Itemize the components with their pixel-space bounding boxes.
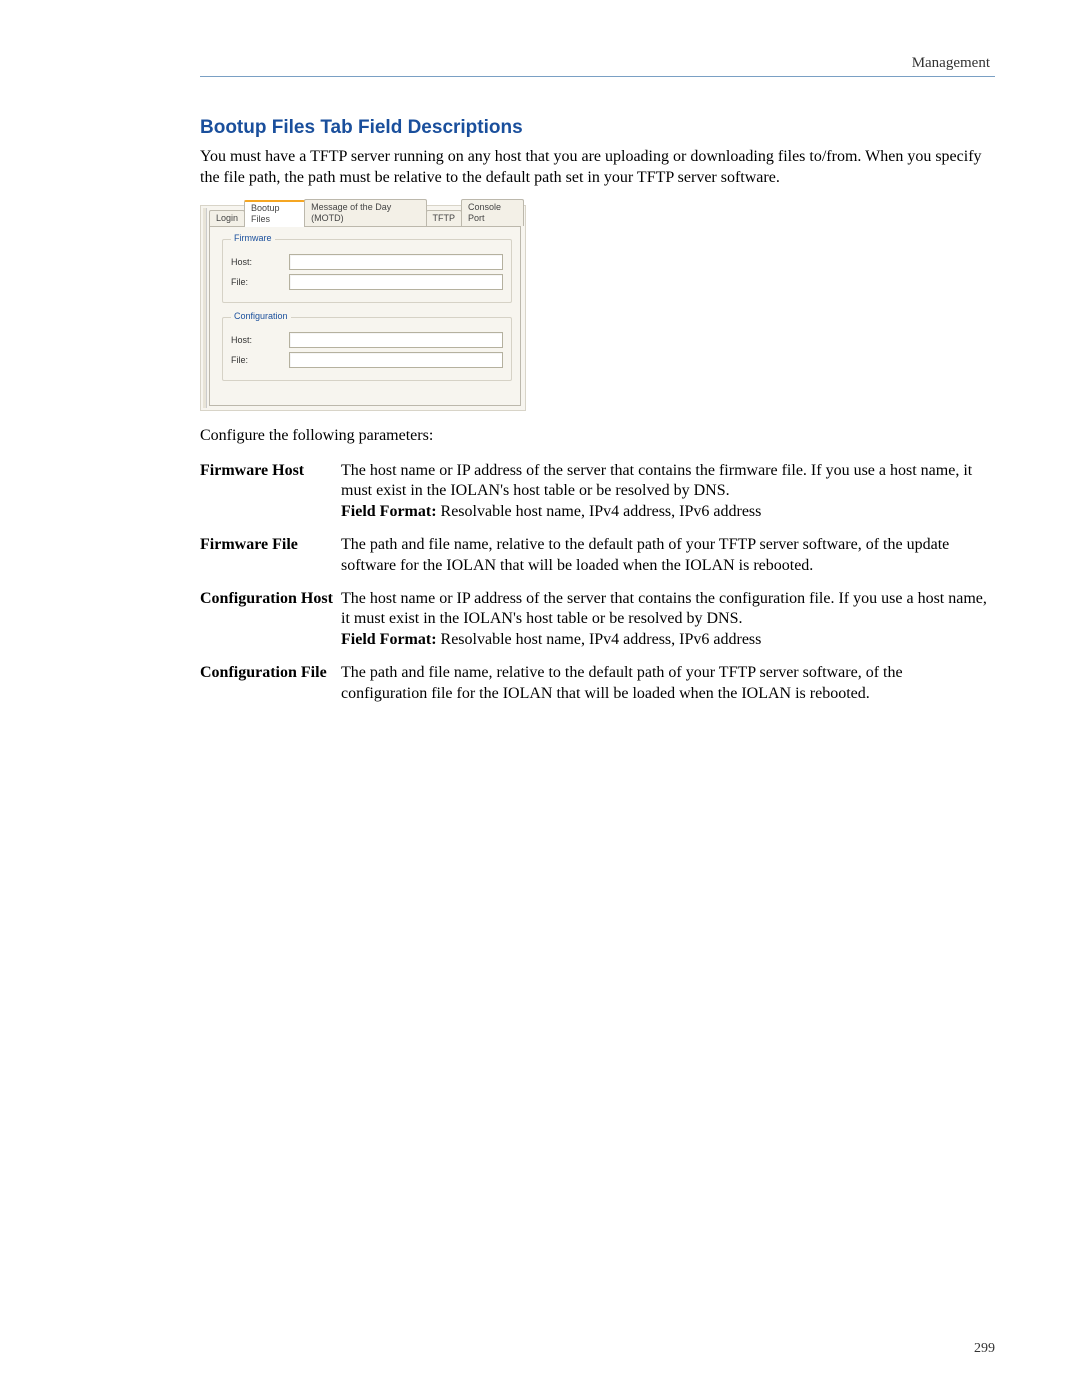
desc-text: The host name or IP address of the serve… bbox=[341, 462, 972, 500]
field-format-label: Field Format: bbox=[341, 503, 437, 520]
term-firmware-host: Firmware Host bbox=[200, 455, 341, 529]
configuration-file-row: File: bbox=[231, 352, 503, 368]
configuration-legend: Configuration bbox=[231, 311, 291, 321]
term-firmware-file: Firmware File bbox=[200, 529, 341, 583]
section-intro: You must have a TFTP server running on a… bbox=[200, 147, 995, 189]
page-header: Management bbox=[200, 55, 995, 77]
field-format-value: Resolvable host name, IPv4 address, IPv6… bbox=[441, 503, 762, 520]
breadcrumb: Management bbox=[200, 55, 995, 72]
page: Management Bootup Files Tab Field Descri… bbox=[0, 0, 1080, 1397]
desc-text: The host name or IP address of the serve… bbox=[341, 590, 987, 628]
tab-tftp[interactable]: TFTP bbox=[426, 210, 463, 226]
configure-caption: Configure the following parameters: bbox=[200, 427, 995, 445]
firmware-group: Firmware Host: File: bbox=[222, 239, 512, 303]
field-format-label: Field Format: bbox=[341, 631, 437, 648]
term-configuration-host: Configuration Host bbox=[200, 583, 341, 657]
configuration-host-label: Host: bbox=[231, 335, 289, 345]
firmware-file-label: File: bbox=[231, 277, 289, 287]
header-rule bbox=[200, 76, 995, 77]
firmware-host-label: Host: bbox=[231, 257, 289, 267]
configuration-file-label: File: bbox=[231, 355, 289, 365]
firmware-host-row: Host: bbox=[231, 254, 503, 270]
term-configuration-file: Configuration File bbox=[200, 657, 341, 711]
configuration-host-input[interactable] bbox=[289, 332, 503, 348]
scroll-strip bbox=[203, 208, 207, 408]
configuration-file-input[interactable] bbox=[289, 352, 503, 368]
table-row: Configuration File The path and file nam… bbox=[200, 657, 995, 711]
bootup-tab-screenshot: Login Bootup Files Message of the Day (M… bbox=[200, 205, 526, 411]
desc-firmware-file: The path and file name, relative to the … bbox=[341, 529, 995, 583]
table-row: Firmware Host The host name or IP addres… bbox=[200, 455, 995, 529]
firmware-file-row: File: bbox=[231, 274, 503, 290]
tab-panel: Firmware Host: File: Configuration Host: bbox=[209, 226, 521, 406]
tab-bar: Login Bootup Files Message of the Day (M… bbox=[203, 208, 523, 226]
tab-console-port[interactable]: Console Port bbox=[461, 199, 524, 226]
firmware-file-input[interactable] bbox=[289, 274, 503, 290]
table-row: Configuration Host The host name or IP a… bbox=[200, 583, 995, 657]
desc-configuration-host: The host name or IP address of the serve… bbox=[341, 583, 995, 657]
tab-bootup-files[interactable]: Bootup Files bbox=[244, 200, 305, 227]
page-number: 299 bbox=[974, 1341, 995, 1357]
configuration-group: Configuration Host: File: bbox=[222, 317, 512, 381]
desc-firmware-host: The host name or IP address of the serve… bbox=[341, 455, 995, 529]
desc-configuration-file: The path and file name, relative to the … bbox=[341, 657, 995, 711]
firmware-legend: Firmware bbox=[231, 233, 275, 243]
tab-login[interactable]: Login bbox=[209, 210, 245, 226]
configuration-host-row: Host: bbox=[231, 332, 503, 348]
section-title: Bootup Files Tab Field Descriptions bbox=[200, 117, 995, 139]
field-format-value: Resolvable host name, IPv4 address, IPv6… bbox=[441, 631, 762, 648]
firmware-host-input[interactable] bbox=[289, 254, 503, 270]
tab-motd[interactable]: Message of the Day (MOTD) bbox=[304, 199, 426, 226]
field-definitions-table: Firmware Host The host name or IP addres… bbox=[200, 455, 995, 711]
table-row: Firmware File The path and file name, re… bbox=[200, 529, 995, 583]
